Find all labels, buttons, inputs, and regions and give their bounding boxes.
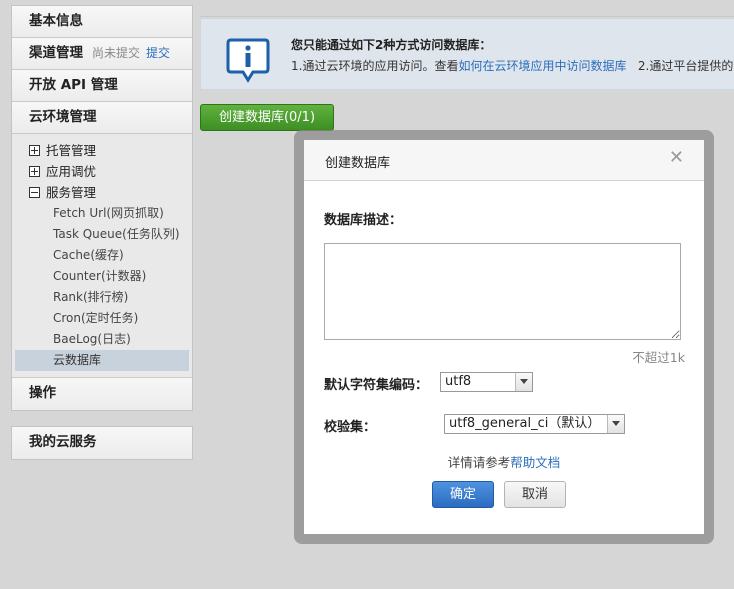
sidebar-item-label: 开放 API 管理 [29,77,118,93]
dialog-title: 创建数据库 [325,156,391,171]
sidebar-item-basic-info[interactable]: 基本信息 [12,6,192,38]
sidebar-item-operations[interactable]: 操作 [12,378,192,410]
service-item-rank[interactable]: Rank(排行榜) [15,287,189,308]
service-item-cron[interactable]: Cron(定时任务) [15,308,189,329]
sidebar-item-label: 操作 [29,385,56,401]
close-icon[interactable]: ✕ [669,149,684,167]
tree-item-label: 托管管理 [46,143,97,158]
sidebar-item-channel[interactable]: 渠道管理 尚未提交 提交 [12,38,192,70]
notice-text-prefix: 1.通过云环境的应用访问。查看 [291,59,459,73]
expand-plus-icon[interactable] [29,166,40,177]
notice-text: 1.通过云环境的应用访问。查看如何在云环境应用中访问数据库 2.通过平台提供的P… [291,57,734,74]
divider [200,16,734,17]
notice-panel: 您只能通过如下2种方式访问数据库： 1.通过云环境的应用访问。查看如何在云环境应… [200,18,734,90]
notice-text-suffix: 2.通过平台提供的PhpMyAdmin [637,59,734,73]
sidebar-item-my-cloud-services[interactable]: 我的云服务 [12,427,192,459]
tree-item-label: 应用调优 [46,164,97,179]
charset-select[interactable]: utf8 [440,372,533,392]
channel-submit-link[interactable]: 提交 [146,46,170,60]
channel-status: 尚未提交 [92,46,141,60]
collation-selected-value: utf8_general_ci（默认） [449,416,601,431]
charset-selected-value: utf8 [445,374,472,389]
description-label: 数据库描述： [324,213,403,228]
service-item-baelog[interactable]: BaeLog(日志) [15,329,189,350]
notice-title: 您只能通过如下2种方式访问数据库： [291,38,492,52]
cloud-env-tree: 托管管理 应用调优 服务管理 Fetch Url(网页抓取) Task Queu… [12,134,192,378]
confirm-button[interactable]: 确定 [432,481,494,508]
help-docs-link[interactable]: 帮助文档 [510,455,560,470]
sidebar-item-open-api[interactable]: 开放 API 管理 [12,70,192,102]
service-item-cache[interactable]: Cache(缓存) [15,245,189,266]
dialog-header: 创建数据库 ✕ [304,140,704,181]
cancel-button[interactable]: 取消 [504,481,566,508]
chevron-down-icon[interactable] [607,415,624,433]
sidebar-my-services: 我的云服务 [11,426,193,460]
how-to-access-db-link[interactable]: 如何在云环境应用中访问数据库 [458,59,626,73]
help-text: 详情请参考帮助文档 [304,452,704,471]
tree-item-service-management[interactable]: 服务管理 [12,182,192,203]
chevron-down-icon[interactable] [515,373,532,391]
sidebar-item-cloud-env[interactable]: 云环境管理 [12,102,192,134]
expand-plus-icon[interactable] [29,145,40,156]
sidebar-item-label: 云环境管理 [29,109,97,125]
create-database-button[interactable]: 创建数据库(0/1) [200,104,334,131]
charset-label: 默认字符集编码： [324,378,429,393]
sidebar-menu: 基本信息 渠道管理 尚未提交 提交 开放 API 管理 云环境管理 托管管理 应用调… [11,5,193,411]
description-textarea[interactable] [324,243,681,340]
sidebar-item-label: 渠道管理 [29,45,83,61]
collapse-minus-icon[interactable] [29,187,40,198]
service-item-task-queue[interactable]: Task Queue(任务队列) [15,224,189,245]
length-limit-hint: 不超过1k [632,350,685,365]
create-database-dialog: 创建数据库 ✕ 数据库描述： 不超过1k 默认字符集编码： utf8 校验集： … [304,140,704,534]
tree-item-app-tuning[interactable]: 应用调优 [12,161,192,182]
sidebar-item-label: 我的云服务 [29,434,97,450]
collation-select[interactable]: utf8_general_ci（默认） [444,414,625,434]
service-item-counter[interactable]: Counter(计数器) [15,266,189,287]
sidebar-item-label: 基本信息 [29,13,83,29]
tree-item-label: 服务管理 [46,185,97,200]
info-icon [226,38,270,83]
service-item-fetch-url[interactable]: Fetch Url(网页抓取) [15,203,189,224]
collation-label: 校验集： [324,420,377,435]
service-item-cloud-database[interactable]: 云数据库 [15,350,189,371]
tree-item-hosting[interactable]: 托管管理 [12,140,192,161]
sidebar: 基本信息 渠道管理 尚未提交 提交 开放 API 管理 云环境管理 托管管理 应用调… [11,5,193,460]
help-prefix: 详情请参考 [447,455,511,470]
